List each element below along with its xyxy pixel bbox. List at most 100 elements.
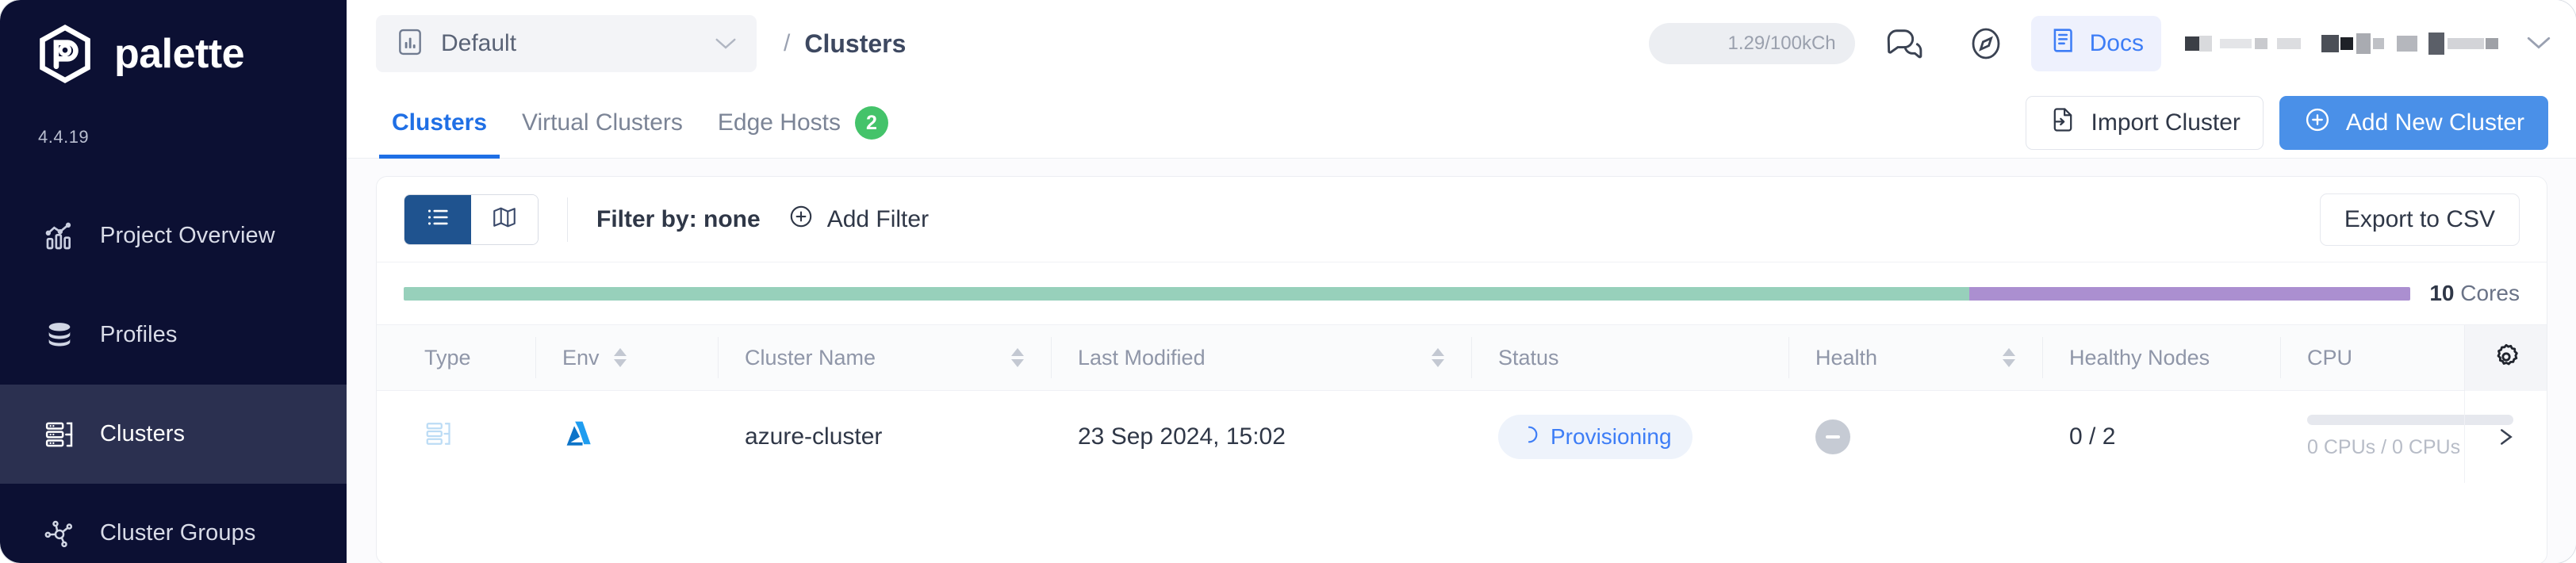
server-rack-icon (43, 418, 76, 451)
tab-list: Clusters Virtual Clusters Edge Hosts 2 (374, 87, 906, 159)
column-label: Healthy Nodes (2069, 345, 2210, 370)
tab-clusters[interactable]: Clusters (374, 87, 504, 159)
column-label: Type (424, 345, 471, 370)
table-row[interactable]: azure-cluster 23 Sep 2024, 15:02 Provisi… (377, 391, 2547, 483)
sort-arrows-icon[interactable] (2003, 348, 2015, 367)
view-mode-toggle (404, 193, 539, 245)
column-header-health[interactable]: Health (1788, 324, 2042, 391)
tab-label: Virtual Clusters (522, 109, 683, 136)
chat-bubbles-icon[interactable] (1869, 10, 1938, 78)
healthy-nodes-value: 0 / 2 (2069, 423, 2116, 450)
table-header-row: Type Env Cluster Name Last Modified Stat… (377, 324, 2547, 392)
chevron-right-icon (2493, 423, 2520, 450)
usage-value: 1.29/100kCh (1727, 33, 1836, 54)
chart-bar-icon (43, 220, 76, 253)
table-settings-button[interactable] (2464, 325, 2547, 392)
spinner-icon (1519, 424, 1539, 450)
cores-usage-row: 10 Cores (377, 262, 2547, 324)
sidebar-item-label: Cluster Groups (100, 520, 256, 546)
server-rack-icon (424, 419, 453, 454)
chevron-down-icon (2525, 32, 2552, 56)
cores-unit: Cores (2460, 281, 2520, 305)
last-modified-value: 23 Sep 2024, 15:02 (1078, 423, 1286, 450)
sidebar-item-clusters[interactable]: Clusters (0, 385, 347, 484)
column-header-env[interactable]: Env (535, 324, 718, 391)
add-filter-button[interactable]: Add Filter (788, 203, 929, 236)
import-file-icon (2049, 105, 2077, 140)
edge-hosts-count-badge: 2 (855, 106, 888, 140)
chevron-down-icon (714, 33, 738, 54)
sidebar-item-cluster-groups[interactable]: Cluster Groups (0, 484, 347, 563)
breadcrumb-current: Clusters (804, 29, 907, 58)
gear-icon (2490, 341, 2522, 377)
row-expand-button[interactable] (2464, 391, 2547, 483)
clusters-card: Filter by: none Add Filter Export to CSV (376, 176, 2547, 563)
status-badge: Provisioning (1498, 415, 1692, 459)
cell-cluster-name[interactable]: azure-cluster (718, 391, 1051, 483)
column-label: Health (1815, 345, 1878, 370)
sidebar-item-label: Project Overview (100, 223, 275, 248)
import-cluster-button[interactable]: Import Cluster (2025, 96, 2264, 150)
brand-name: palette (114, 31, 245, 77)
column-header-healthy-nodes[interactable]: Healthy Nodes (2042, 324, 2280, 391)
tab-actions: Import Cluster Add New Cluster (2025, 87, 2548, 159)
docs-button[interactable]: Docs (2030, 16, 2161, 71)
cores-usage-bar (404, 286, 2411, 301)
sidebar-item-label: Clusters (100, 421, 186, 446)
filter-by-label: Filter by: none (596, 205, 761, 232)
clusters-toolbar: Filter by: none Add Filter Export to CSV (377, 177, 2547, 262)
main-area: Default / Clusters 1.29/100kCh Docs Clus… (347, 0, 2576, 563)
sort-arrows-icon[interactable] (1011, 348, 1024, 367)
cores-used-segment (404, 286, 1969, 301)
sidebar-item-profiles[interactable]: Profiles (0, 285, 347, 385)
sort-arrows-icon[interactable] (1432, 348, 1444, 367)
list-view-button[interactable] (404, 194, 471, 244)
chart-report-icon (395, 27, 425, 61)
cell-healthy-nodes: 0 / 2 (2042, 391, 2280, 483)
sidebar-item-label: Profiles (100, 322, 178, 347)
sidebar: palette 4.4.19 Project Overview Profiles… (0, 0, 347, 563)
map-view-button[interactable] (471, 194, 538, 244)
user-name-redacted[interactable] (2185, 32, 2552, 56)
tab-label: Clusters (392, 109, 488, 136)
breadcrumb-separator: / (784, 30, 791, 56)
compass-icon[interactable] (1952, 10, 2020, 78)
sort-arrows-icon[interactable] (613, 348, 627, 367)
plus-circle-icon (2303, 105, 2332, 140)
cores-free-segment (1968, 286, 2411, 301)
plus-circle-icon (788, 203, 815, 236)
column-header-last-modified[interactable]: Last Modified (1051, 324, 1471, 391)
docs-label: Docs (2089, 30, 2144, 56)
add-new-cluster-button[interactable]: Add New Cluster (2279, 96, 2548, 150)
cores-count: 10 (2429, 281, 2455, 305)
column-label: Last Modified (1078, 345, 1206, 370)
brand-logo[interactable]: palette (35, 24, 245, 84)
nodes-network-icon (43, 517, 76, 550)
column-header-status[interactable]: Status (1471, 324, 1788, 391)
palette-logo-icon (35, 24, 95, 84)
azure-icon (562, 417, 596, 457)
cell-health (1788, 391, 2042, 483)
sidebar-item-project-overview[interactable]: Project Overview (0, 186, 347, 285)
project-selector[interactable]: Default (376, 15, 757, 72)
tab-virtual-clusters[interactable]: Virtual Clusters (504, 87, 700, 159)
export-to-csv-button[interactable]: Export to CSV (2319, 193, 2520, 246)
cell-env (535, 391, 718, 483)
header-right-cluster: 1.29/100kCh Docs (1648, 0, 2552, 87)
add-filter-label: Add Filter (826, 205, 930, 232)
database-stack-icon (43, 319, 76, 352)
usage-pill[interactable]: 1.29/100kCh (1648, 23, 1855, 64)
column-label: Env (562, 345, 600, 370)
tab-bar: Clusters Virtual Clusters Edge Hosts 2 I… (347, 87, 2576, 159)
book-icon (2049, 25, 2079, 62)
column-header-cluster-name[interactable]: Cluster Name (718, 324, 1051, 391)
column-header-type[interactable]: Type (377, 324, 535, 391)
list-view-icon (424, 204, 451, 235)
top-header-bar: Default / Clusters 1.29/100kCh Docs (347, 0, 2576, 87)
tab-label: Edge Hosts (717, 109, 841, 136)
add-new-cluster-label: Add New Cluster (2345, 109, 2524, 136)
sidebar-nav: Project Overview Profiles Clusters Clust… (0, 186, 347, 563)
version-label: 4.4.19 (38, 127, 90, 147)
tab-edge-hosts[interactable]: Edge Hosts 2 (700, 87, 906, 159)
column-label: CPU (2307, 345, 2353, 370)
